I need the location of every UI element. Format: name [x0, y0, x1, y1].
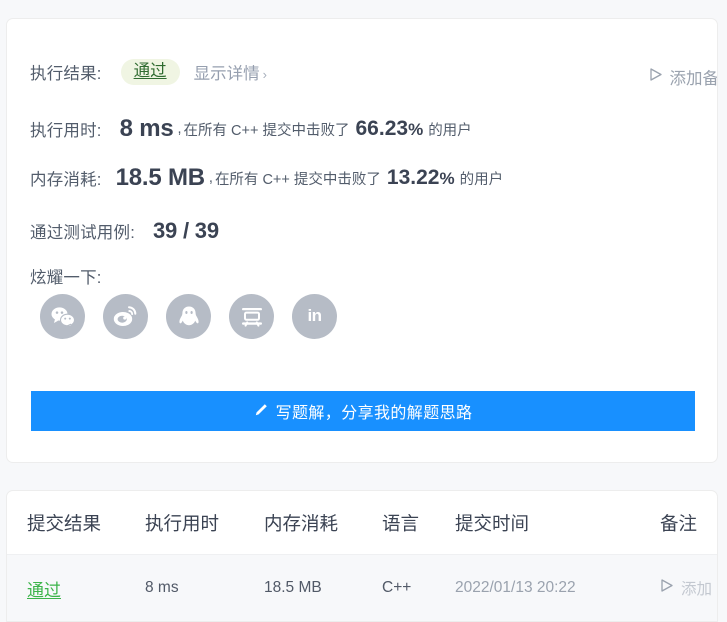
execution-result-card: 执行结果: 通过 显示详情 › 添加备 执行用时: 8 ms , 在所有 C++ …	[6, 18, 718, 463]
table-header-row: 提交结果 执行用时 内存消耗 语言 提交时间 备注	[7, 491, 717, 555]
memory-value: 18.5 MB	[115, 164, 206, 191]
share-buttons: in	[40, 294, 337, 339]
column-header-note: 备注	[660, 512, 698, 534]
show-detail-link[interactable]: 显示详情 ›	[194, 60, 267, 84]
douban-icon[interactable]	[229, 294, 274, 339]
cell-memory: 18.5 MB	[264, 579, 322, 596]
runtime-percent: 66.23%	[355, 117, 424, 140]
runtime-label: 执行用时:	[30, 122, 102, 140]
memory-label: 内存消耗:	[30, 171, 102, 189]
add-note-label-top: 添加备	[669, 70, 718, 88]
runtime-row: 执行用时: 8 ms , 在所有 C++ 提交中击败了 66.23% 的用户	[30, 115, 472, 143]
add-note-button-top[interactable]: 添加备	[649, 65, 718, 89]
chevron-right-icon: ›	[262, 66, 267, 82]
testcases-value: 39 / 39	[152, 218, 219, 243]
table-row[interactable]: 通过 8 ms 18.5 MB C++ 2022/01/13 20:22 添加	[7, 555, 717, 621]
qq-icon[interactable]	[166, 294, 211, 339]
testcases-row: 通过测试用例: 39 / 39	[30, 218, 219, 244]
flag-icon	[660, 578, 674, 600]
testcases-label: 通过测试用例:	[30, 224, 135, 242]
memory-row: 内存消耗: 18.5 MB , 在所有 C++ 提交中击败了 13.22% 的用…	[30, 164, 503, 192]
memory-percent: 13.22%	[386, 166, 455, 189]
cell-add-note[interactable]: 添加	[660, 577, 712, 599]
column-header-memory: 内存消耗	[264, 512, 339, 534]
memory-beat-suffix: 的用户	[459, 171, 504, 188]
submission-result-page: 执行结果: 通过 显示详情 › 添加备 执行用时: 8 ms , 在所有 C++ …	[0, 0, 727, 622]
memory-beat-prefix: 在所有 C++ 提交中击败了	[214, 171, 381, 188]
share-label: 炫耀一下:	[30, 269, 102, 287]
cell-language: C++	[382, 579, 412, 596]
cell-runtime: 8 ms	[145, 579, 179, 596]
runtime-beat-prefix: 在所有 C++ 提交中击败了	[183, 122, 350, 139]
status-badge: 通过	[120, 59, 180, 85]
column-header-result: 提交结果	[27, 512, 102, 534]
write-solution-button[interactable]: 写题解，分享我的解题思路	[31, 391, 695, 431]
show-detail-label: 显示详情	[193, 64, 260, 83]
flag-icon	[649, 67, 663, 89]
cell-result[interactable]: 通过	[27, 576, 61, 601]
share-row: 炫耀一下:	[30, 264, 102, 288]
wechat-icon[interactable]	[40, 294, 85, 339]
add-note-label-row: 添加	[681, 581, 713, 598]
linkedin-icon[interactable]: in	[292, 294, 337, 339]
column-header-time: 提交时间	[455, 512, 530, 534]
memory-comma: ,	[208, 170, 213, 186]
runtime-value: 8 ms	[119, 115, 174, 142]
column-header-language: 语言	[382, 512, 420, 534]
result-label: 执行结果:	[30, 64, 102, 83]
linkedin-label: in	[307, 305, 322, 325]
weibo-icon[interactable]	[103, 294, 148, 339]
runtime-beat-suffix: 的用户	[428, 122, 472, 139]
pencil-icon	[254, 403, 268, 422]
write-solution-label: 写题解，分享我的解题思路	[275, 405, 473, 422]
runtime-comma: ,	[177, 121, 182, 137]
column-header-runtime: 执行用时	[145, 512, 220, 534]
submissions-table: 提交结果 执行用时 内存消耗 语言 提交时间 备注 通过 8 ms 18.5 M…	[6, 490, 718, 622]
cell-time: 2022/01/13 20:22	[455, 579, 576, 596]
result-row: 执行结果: 通过 显示详情 ›	[30, 59, 267, 85]
